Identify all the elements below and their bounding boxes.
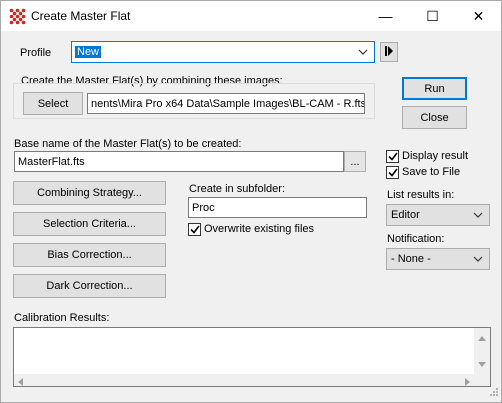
calibration-results-area[interactable] — [13, 327, 491, 387]
overwrite-label: Overwrite existing files — [204, 223, 315, 235]
scroll-corner — [474, 374, 490, 386]
window-title: Create Master Flat — [31, 9, 131, 23]
profile-next-button[interactable] — [380, 42, 398, 62]
triangle-right-icon — [385, 45, 393, 59]
dark-correction-button[interactable]: Dark Correction... — [13, 274, 166, 298]
select-button[interactable]: Select — [23, 92, 83, 115]
app-grid-icon — [9, 8, 26, 28]
list-results-value: Editor — [391, 209, 420, 221]
checkmark-icon — [387, 152, 398, 161]
subfolder-label: Create in subfolder: — [189, 183, 285, 195]
title-bar[interactable]: Create Master Flat — ☐ ✕ — [1, 1, 501, 31]
dialog-window: Create Master Flat — ☐ ✕ Profile New Cre… — [0, 0, 502, 403]
basename-label: Base name of the Master Flat(s) to be cr… — [14, 138, 242, 150]
notification-label: Notification: — [387, 233, 445, 245]
notification-value: - None - — [391, 253, 431, 265]
display-result-checkbox[interactable] — [386, 150, 399, 163]
chevron-down-icon — [358, 46, 368, 58]
list-results-label: List results in: — [387, 189, 455, 201]
profile-value: New — [75, 46, 102, 58]
checkmark-icon — [387, 168, 398, 177]
close-icon: ✕ — [472, 7, 485, 24]
scroll-right-icon[interactable] — [465, 377, 470, 389]
image-path-field[interactable]: nents\Mira Pro x64 Data\Sample Images\BL… — [87, 93, 365, 114]
maximize-icon: ☐ — [426, 7, 439, 24]
scroll-left-icon[interactable] — [18, 377, 23, 389]
save-to-file-checkbox[interactable] — [386, 166, 399, 179]
save-to-file-label: Save to File — [402, 166, 461, 178]
combining-strategy-button[interactable]: Combining Strategy... — [13, 181, 166, 205]
display-result-label: Display result — [402, 150, 469, 162]
resize-grip-icon[interactable] — [488, 386, 498, 399]
notification-select[interactable]: - None - — [386, 248, 490, 270]
scroll-up-icon[interactable] — [478, 332, 486, 344]
minimize-icon: — — [378, 8, 393, 24]
browse-button[interactable]: ... — [344, 151, 366, 172]
run-button[interactable]: Run — [402, 77, 467, 100]
overwrite-checkbox[interactable] — [188, 223, 201, 236]
basename-field[interactable]: MasterFlat.fts — [14, 151, 344, 172]
profile-select[interactable]: New — [71, 41, 375, 63]
vertical-scrollbar[interactable] — [474, 328, 490, 374]
horizontal-scrollbar[interactable] — [14, 374, 474, 386]
close-button[interactable]: Close — [402, 106, 467, 129]
scroll-down-icon[interactable] — [478, 358, 486, 370]
profile-label: Profile — [20, 47, 52, 59]
calibration-results-label: Calibration Results: — [14, 312, 110, 324]
subfolder-field[interactable]: Proc — [188, 197, 367, 218]
list-results-select[interactable]: Editor — [386, 204, 490, 226]
close-window-button[interactable]: ✕ — [456, 1, 501, 31]
checkmark-icon — [189, 225, 200, 234]
bias-correction-button[interactable]: Bias Correction... — [13, 243, 166, 267]
chevron-down-icon — [473, 253, 483, 265]
selection-criteria-button[interactable]: Selection Criteria... — [13, 212, 166, 236]
chevron-down-icon — [473, 209, 483, 221]
maximize-button[interactable]: ☐ — [410, 1, 455, 31]
minimize-button[interactable]: — — [363, 1, 408, 31]
